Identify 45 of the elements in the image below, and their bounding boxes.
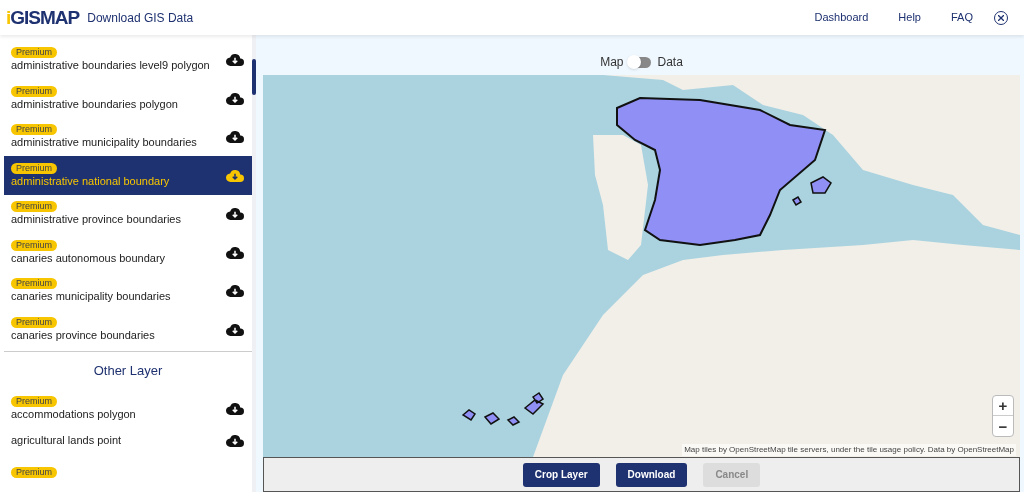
premium-badge: Premium <box>11 124 57 136</box>
premium-badge: Premium <box>11 85 57 97</box>
layer-item[interactable]: Premium administrative national boundary <box>4 156 252 195</box>
premium-badge: Premium <box>11 162 57 174</box>
zoom-out-button[interactable]: − <box>993 416 1013 436</box>
cloud-download-icon[interactable] <box>226 53 244 68</box>
cloud-download-icon[interactable] <box>226 322 244 337</box>
cloud-download-icon[interactable] <box>226 401 244 416</box>
premium-badge: Premium <box>11 239 57 251</box>
logo[interactable]: iGISMAP <box>6 5 80 30</box>
premium-badge: Premium <box>11 316 57 328</box>
nav-link[interactable]: Dashboard <box>814 9 869 26</box>
map-attribution: Map tiles by OpenStreetMap tile servers, under the tile usage policy. Data by OpenStreetMap <box>682 444 1016 456</box>
premium-badge: Premium <box>11 47 57 59</box>
premium-badge: Premium <box>11 395 57 407</box>
layer-name: administrative national boundary <box>11 173 170 189</box>
action-button[interactable]: Download <box>615 462 688 487</box>
cloud-download-icon[interactable] <box>226 168 244 183</box>
view-toggle[interactable] <box>629 56 652 68</box>
layer-name: accommodations polygon <box>11 406 136 422</box>
toggle-label: Data <box>657 54 683 71</box>
layer-name: agricultural lands point <box>11 433 122 449</box>
layer-name: administrative municipality boundaries <box>11 135 197 151</box>
section-heading: Other Layer <box>92 361 164 380</box>
premium-badge: Premium <box>11 201 57 213</box>
cloud-download-icon[interactable] <box>226 207 244 222</box>
layer-name: administrative boundaries level9 polygon <box>11 58 210 74</box>
layer-name: administrative province boundaries <box>11 212 181 228</box>
premium-badge: Premium <box>11 278 57 290</box>
cloud-download-icon[interactable] <box>226 91 244 106</box>
page-title: Download GIS Data <box>87 9 194 27</box>
nav-link[interactable]: Help <box>898 9 921 26</box>
zoom-in-button[interactable]: + <box>993 396 1013 416</box>
cloud-download-icon[interactable] <box>226 433 244 448</box>
layer-name: canaries province boundaries <box>11 327 155 343</box>
action-button[interactable]: Crop Layer <box>522 462 600 487</box>
nav-link[interactable]: FAQ <box>951 9 973 26</box>
layer-name: administrative boundaries polygon <box>11 96 178 112</box>
cloud-download-icon[interactable] <box>226 284 244 299</box>
premium-badge: Premium <box>11 467 57 479</box>
toggle-label: Map <box>600 54 624 71</box>
cloud-download-icon[interactable] <box>226 130 244 145</box>
layer-name: canaries autonomous boundary <box>11 250 166 266</box>
cloud-download-icon[interactable] <box>226 245 244 260</box>
layer-name: canaries municipality boundaries <box>11 289 171 305</box>
